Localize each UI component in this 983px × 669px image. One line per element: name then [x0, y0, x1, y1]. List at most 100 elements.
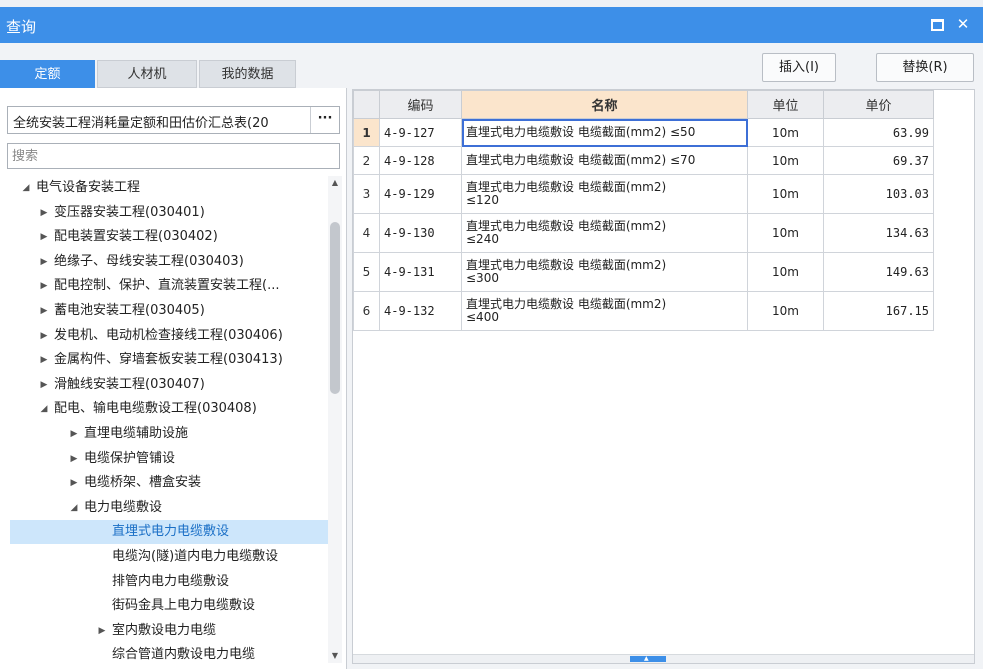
- collapsed-arrow-icon[interactable]: ▶: [38, 225, 50, 249]
- tree-node[interactable]: ▶ 电缆保护管铺设: [0, 447, 328, 471]
- tree-node[interactable]: ▶ 室内敷设电力电缆: [0, 619, 328, 643]
- splitter-grip[interactable]: ▲: [630, 655, 666, 662]
- cell-price[interactable]: 134.63: [823, 213, 934, 253]
- scroll-thumb[interactable]: [330, 222, 340, 394]
- tree-node[interactable]: ▶ 蓄电池安装工程(030405): [0, 299, 328, 323]
- cell-code[interactable]: 4-9-129: [379, 174, 462, 214]
- cell-code[interactable]: 4-9-128: [379, 146, 462, 175]
- library-name: 全统安装工程消耗量定额和田估价汇总表(20: [13, 116, 269, 131]
- tree-node[interactable]: 综合管道内敷设电力电缆: [0, 643, 328, 666]
- tree-node[interactable]: ▶ 配电控制、保护、直流装置安装工程(...: [0, 274, 328, 298]
- more-options-button[interactable]: ···: [310, 107, 339, 133]
- cell-name[interactable]: 直埋式电力电缆敷设 电缆截面(mm2) ≤70: [461, 146, 748, 175]
- cell-price[interactable]: 69.37: [823, 146, 934, 175]
- maximize-button[interactable]: [926, 13, 948, 35]
- collapsed-arrow-icon[interactable]: ▶: [38, 299, 50, 323]
- tab-1[interactable]: 人材机: [97, 60, 197, 88]
- row-number[interactable]: 3: [353, 174, 380, 214]
- table-row[interactable]: 6 4-9-132 直埋式电力电缆敷设 电缆截面(mm2) ≤400 10m 167.15: [353, 291, 934, 331]
- header-price[interactable]: 单价: [823, 90, 934, 119]
- search-input[interactable]: [7, 143, 340, 169]
- tree-node[interactable]: 直埋式电力电缆敷设: [10, 520, 328, 545]
- tree-node[interactable]: ▶ 发电机、电动机检查接线工程(030406): [0, 324, 328, 348]
- tree-node[interactable]: ◢ 电气设备安装工程: [0, 176, 328, 200]
- cell-unit[interactable]: 10m: [747, 118, 824, 147]
- tab-2[interactable]: 我的数据: [199, 60, 296, 88]
- cell-unit[interactable]: 10m: [747, 213, 824, 253]
- table-row[interactable]: 3 4-9-129 直埋式电力电缆敷设 电缆截面(mm2) ≤120 10m 103.03: [353, 174, 934, 214]
- cell-code[interactable]: 4-9-130: [379, 213, 462, 253]
- scroll-up-icon[interactable]: ▲: [328, 176, 342, 190]
- collapsed-arrow-icon[interactable]: ▶: [38, 274, 50, 298]
- collapsed-arrow-icon[interactable]: ▶: [38, 348, 50, 372]
- collapsed-arrow-icon[interactable]: ▶: [96, 619, 108, 643]
- insert-button[interactable]: 插入(I): [762, 53, 836, 82]
- cell-code[interactable]: 4-9-131: [379, 252, 462, 292]
- tree-node-label: 发电机、电动机检查接线工程(030406): [54, 327, 283, 343]
- row-number[interactable]: 6: [353, 291, 380, 331]
- tree-node-label: 变压器安装工程(030401): [54, 204, 205, 220]
- tree-node[interactable]: ▶ 金属构件、穿墙套板安装工程(030413): [0, 348, 328, 372]
- table-row[interactable]: 5 4-9-131 直埋式电力电缆敷设 电缆截面(mm2) ≤300 10m 149.63: [353, 252, 934, 292]
- tree-node[interactable]: 排管内电力电缆敷设: [0, 570, 328, 594]
- tree-node-label: 配电控制、保护、直流装置安装工程(...: [54, 278, 280, 294]
- table-row[interactable]: 2 4-9-128 直埋式电力电缆敷设 电缆截面(mm2) ≤70 10m 69.37: [353, 146, 934, 175]
- row-number[interactable]: 4: [353, 213, 380, 253]
- cell-name[interactable]: 直埋式电力电缆敷设 电缆截面(mm2) ≤50: [461, 118, 748, 147]
- collapsed-arrow-icon[interactable]: ▶: [68, 471, 80, 495]
- cell-code[interactable]: 4-9-132: [379, 291, 462, 331]
- cell-price[interactable]: 63.99: [823, 118, 934, 147]
- tab-0[interactable]: 定额: [0, 60, 95, 88]
- cell-price[interactable]: 149.63: [823, 252, 934, 292]
- collapsed-arrow-icon[interactable]: ▶: [38, 373, 50, 397]
- tree-node[interactable]: ▶ 直埋电缆辅助设施: [0, 422, 328, 446]
- collapsed-arrow-icon[interactable]: ▶: [38, 324, 50, 348]
- cell-name[interactable]: 直埋式电力电缆敷设 电缆截面(mm2) ≤120: [461, 174, 748, 214]
- tree-node[interactable]: ▶ 滑触线安装工程(030407): [0, 373, 328, 397]
- header-code[interactable]: 编码: [379, 90, 462, 119]
- cell-unit[interactable]: 10m: [747, 291, 824, 331]
- close-button[interactable]: ✕: [952, 13, 974, 35]
- expanded-arrow-icon[interactable]: ◢: [20, 176, 32, 200]
- tree-node-label: 直埋电缆辅助设施: [84, 426, 189, 441]
- cell-unit[interactable]: 10m: [747, 146, 824, 175]
- tree-node[interactable]: 电缆沟(隧)道内电力电缆敷设: [0, 545, 328, 569]
- horizontal-splitter[interactable]: ▲: [353, 654, 974, 663]
- cell-unit[interactable]: 10m: [747, 174, 824, 214]
- tree-node[interactable]: ▶ 绝缘子、母线安装工程(030403): [0, 250, 328, 274]
- collapsed-arrow-icon[interactable]: ▶: [68, 422, 80, 446]
- row-number[interactable]: 1: [353, 118, 380, 147]
- tree-node-label: 综合管道内敷设电力电缆: [112, 647, 256, 663]
- replace-button[interactable]: 替换(R): [876, 53, 974, 82]
- tree-node-label: 配电、输电电缆敷设工程(030408): [54, 401, 257, 417]
- row-number[interactable]: 2: [353, 146, 380, 175]
- collapsed-arrow-icon[interactable]: ▶: [38, 201, 50, 225]
- header-unit[interactable]: 单位: [747, 90, 824, 119]
- cell-code[interactable]: 4-9-127: [379, 118, 462, 147]
- collapsed-arrow-icon[interactable]: ▶: [38, 250, 50, 274]
- tree-node[interactable]: ◢ 配电、输电电缆敷设工程(030408): [0, 397, 328, 421]
- tree-node[interactable]: 街码金具上电力电缆敷设: [0, 594, 328, 618]
- collapsed-arrow-icon[interactable]: ▶: [68, 447, 80, 471]
- expanded-arrow-icon[interactable]: ◢: [38, 397, 50, 421]
- cell-price[interactable]: 167.15: [823, 291, 934, 331]
- table-row[interactable]: 4 4-9-130 直埋式电力电缆敷设 电缆截面(mm2) ≤240 10m 134.63: [353, 213, 934, 253]
- cell-name[interactable]: 直埋式电力电缆敷设 电缆截面(mm2) ≤240: [461, 213, 748, 253]
- row-number[interactable]: 5: [353, 252, 380, 292]
- cell-unit[interactable]: 10m: [747, 252, 824, 292]
- expanded-arrow-icon[interactable]: ◢: [68, 496, 80, 520]
- scroll-down-icon[interactable]: ▼: [328, 649, 342, 663]
- table-row[interactable]: 1 4-9-127 直埋式电力电缆敷设 电缆截面(mm2) ≤50 10m 63.99: [353, 118, 934, 147]
- category-tree: ◢ 电气设备安装工程 ▶ 变压器安装工程(030401) ▶ 配电装置安装工程(03040…: [0, 176, 328, 666]
- library-selector[interactable]: 全统安装工程消耗量定额和田估价汇总表(20 ···: [7, 106, 340, 134]
- tree-scrollbar[interactable]: ▲ ▼: [328, 176, 342, 663]
- tree-node[interactable]: ▶ 配电装置安装工程(030402): [0, 225, 328, 249]
- table-header-row: 编码 名称 单位 单价: [353, 90, 934, 119]
- header-name[interactable]: 名称: [461, 90, 748, 119]
- tree-node[interactable]: ▶ 电缆桥架、槽盒安装: [0, 471, 328, 495]
- tree-node[interactable]: ▶ 变压器安装工程(030401): [0, 201, 328, 225]
- cell-name[interactable]: 直埋式电力电缆敷设 电缆截面(mm2) ≤400: [461, 291, 748, 331]
- cell-price[interactable]: 103.03: [823, 174, 934, 214]
- tree-node[interactable]: ◢ 电力电缆敷设: [0, 496, 328, 520]
- cell-name[interactable]: 直埋式电力电缆敷设 电缆截面(mm2) ≤300: [461, 252, 748, 292]
